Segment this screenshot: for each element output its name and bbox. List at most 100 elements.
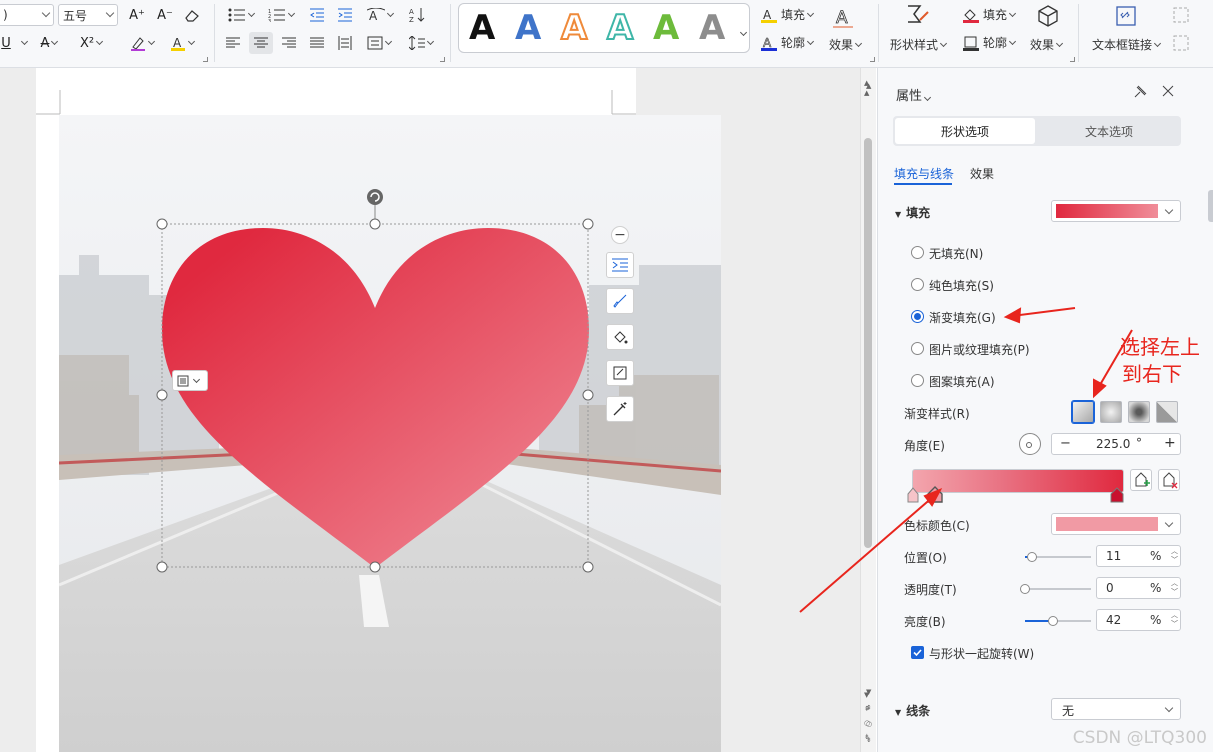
create-link-icon[interactable] bbox=[1172, 6, 1190, 24]
superscript-button[interactable]: X² bbox=[76, 34, 106, 52]
highlight-button[interactable] bbox=[128, 34, 156, 52]
align-right-button[interactable] bbox=[278, 33, 300, 53]
font-size-dropdown[interactable]: 五号 bbox=[58, 4, 118, 26]
shape-fill-button[interactable]: 填充 bbox=[962, 6, 1017, 23]
spin-down-icon[interactable]: ﹀ bbox=[1171, 588, 1178, 597]
shape-group-launcher-icon[interactable] bbox=[1070, 57, 1075, 62]
brightness-input[interactable]: 42 % ︿ ﹀ bbox=[1096, 609, 1181, 631]
increase-indent-button[interactable] bbox=[334, 6, 356, 24]
wordart-green[interactable]: A bbox=[653, 10, 679, 46]
underline-button[interactable]: U bbox=[0, 34, 12, 52]
gradient-style-path[interactable] bbox=[1156, 401, 1178, 423]
resize-handle-bottom-left[interactable] bbox=[156, 561, 168, 573]
collapse-toolbar-button[interactable]: − bbox=[611, 226, 629, 244]
transparency-slider[interactable] bbox=[1020, 584, 1091, 594]
brightness-slider[interactable] bbox=[1025, 616, 1091, 626]
font-color-button[interactable]: A bbox=[168, 34, 196, 52]
gradient-stop-1[interactable] bbox=[907, 487, 919, 503]
break-link-icon[interactable] bbox=[1172, 34, 1190, 52]
shape-effect-large-icon[interactable] bbox=[1036, 4, 1060, 28]
spin-up-icon[interactable]: ︿ bbox=[1171, 579, 1178, 588]
spin-up-icon[interactable]: ︿ bbox=[1171, 547, 1178, 556]
distribute-button[interactable] bbox=[334, 33, 356, 53]
gradient-stop-2-selected[interactable] bbox=[927, 486, 943, 503]
shape-effect-button[interactable]: 效果 bbox=[1030, 36, 1064, 53]
text-fill-button[interactable]: A 填充 bbox=[760, 6, 815, 23]
radio-picture-fill[interactable] bbox=[911, 342, 924, 355]
paragraph-spacing-button[interactable] bbox=[404, 33, 438, 53]
resize-handle-right[interactable] bbox=[582, 389, 594, 401]
line-spacing-button[interactable] bbox=[362, 33, 396, 53]
subtab-fill-line[interactable]: 填充与线条 bbox=[894, 165, 954, 182]
gallery-more-icon[interactable] bbox=[738, 24, 748, 38]
position-slider-thumb[interactable] bbox=[1027, 552, 1038, 562]
position-slider[interactable] bbox=[1025, 552, 1091, 562]
resize-handle-top-right[interactable] bbox=[582, 218, 594, 230]
subtab-effects[interactable]: 效果 bbox=[970, 165, 994, 182]
gradient-style-radial[interactable] bbox=[1100, 401, 1122, 423]
layout-options-button[interactable] bbox=[172, 370, 208, 391]
angle-increment[interactable]: + bbox=[1164, 435, 1176, 451]
quick-fill-button[interactable] bbox=[606, 324, 634, 350]
spin-down-icon[interactable]: ﹀ bbox=[1171, 620, 1178, 629]
numbered-list-button[interactable]: 123 bbox=[266, 6, 296, 24]
wordart-orange-outline[interactable]: A bbox=[560, 9, 588, 47]
panel-scroll-top-icon[interactable]: ▲ ▲ bbox=[864, 78, 869, 98]
resize-handle-bottom[interactable] bbox=[369, 561, 381, 573]
resize-handle-top[interactable] bbox=[369, 218, 381, 230]
line-dropdown[interactable]: 无 bbox=[1051, 698, 1181, 720]
remove-stop-button[interactable] bbox=[1158, 469, 1180, 491]
shape-style-large-icon[interactable] bbox=[906, 4, 930, 26]
text-effect-button[interactable]: 效果 bbox=[829, 36, 863, 53]
spin-down-icon[interactable]: ﹀ bbox=[1171, 556, 1178, 565]
close-icon[interactable] bbox=[1162, 85, 1174, 97]
gradient-style-linear[interactable] bbox=[1072, 401, 1094, 423]
align-left-button[interactable] bbox=[222, 33, 244, 53]
document-scrollbar[interactable]: ▲ ▼ ⇞ ○ ⇟ bbox=[860, 68, 876, 752]
textbox-link-button[interactable]: 文本框链接 bbox=[1092, 36, 1162, 53]
resize-handle-bottom-right[interactable] bbox=[582, 561, 594, 573]
fill-section-header[interactable]: ▼ 填充 bbox=[895, 204, 930, 221]
decrease-indent-button[interactable] bbox=[306, 6, 328, 24]
fill-color-dropdown[interactable] bbox=[1051, 200, 1181, 222]
angle-stepper[interactable]: − 225.0 ° + bbox=[1051, 433, 1181, 455]
font-name-dropdown[interactable]: ) bbox=[0, 4, 54, 26]
side-edge-tab[interactable] bbox=[1208, 190, 1213, 222]
justify-button[interactable] bbox=[306, 33, 328, 53]
brightness-slider-thumb[interactable] bbox=[1047, 616, 1058, 626]
quick-effects-button[interactable] bbox=[606, 396, 634, 422]
spin-up-icon[interactable]: ︿ bbox=[1171, 611, 1178, 620]
panel-scroll-bottom-icon[interactable]: ▼ ⇞ ○ ⇟ bbox=[864, 688, 870, 744]
pin-icon[interactable] bbox=[1133, 85, 1147, 99]
wrap-text-button[interactable] bbox=[606, 252, 634, 278]
grow-font-button[interactable]: A⁺ bbox=[126, 6, 148, 24]
transparency-slider-thumb[interactable] bbox=[1020, 584, 1030, 594]
font-group-launcher-icon[interactable] bbox=[203, 57, 208, 62]
underline-dropdown-caret[interactable] bbox=[18, 34, 29, 52]
format-painter-button[interactable] bbox=[606, 288, 634, 314]
tab-shape-options[interactable]: 形状选项 bbox=[895, 118, 1035, 144]
quick-outline-button[interactable] bbox=[606, 360, 634, 386]
paragraph-group-launcher-icon[interactable] bbox=[440, 57, 445, 62]
resize-handle-top-left[interactable] bbox=[156, 218, 168, 230]
shape-outline-button[interactable]: 轮廓 bbox=[962, 34, 1017, 51]
align-center-button[interactable] bbox=[249, 32, 273, 54]
angle-decrement[interactable]: − bbox=[1060, 436, 1071, 451]
angle-dial[interactable] bbox=[1019, 433, 1041, 455]
text-effect-large-icon[interactable]: A bbox=[832, 6, 854, 28]
shrink-font-button[interactable]: A⁻ bbox=[154, 6, 176, 24]
textbox-link-large-icon[interactable] bbox=[1114, 4, 1138, 28]
bullet-list-button[interactable] bbox=[226, 6, 256, 24]
scrollbar-thumb[interactable] bbox=[864, 138, 872, 548]
transparency-input[interactable]: 0 % ︿ ﹀ bbox=[1096, 577, 1181, 599]
stop-color-dropdown[interactable] bbox=[1051, 513, 1181, 535]
shape-style-button[interactable]: 形状样式 bbox=[890, 36, 948, 53]
line-section-header[interactable]: ▼ 线条 bbox=[895, 702, 930, 719]
wordart-teal-outline[interactable]: A bbox=[606, 9, 634, 47]
clear-format-button[interactable] bbox=[182, 6, 202, 24]
heart-shape[interactable] bbox=[162, 228, 589, 568]
strikethrough-button[interactable]: A bbox=[36, 34, 62, 52]
tab-text-options[interactable]: 文本选项 bbox=[1039, 118, 1179, 144]
position-input[interactable]: 11 % ︿ ﹀ bbox=[1096, 545, 1181, 567]
char-spacing-button[interactable]: A bbox=[364, 6, 396, 24]
